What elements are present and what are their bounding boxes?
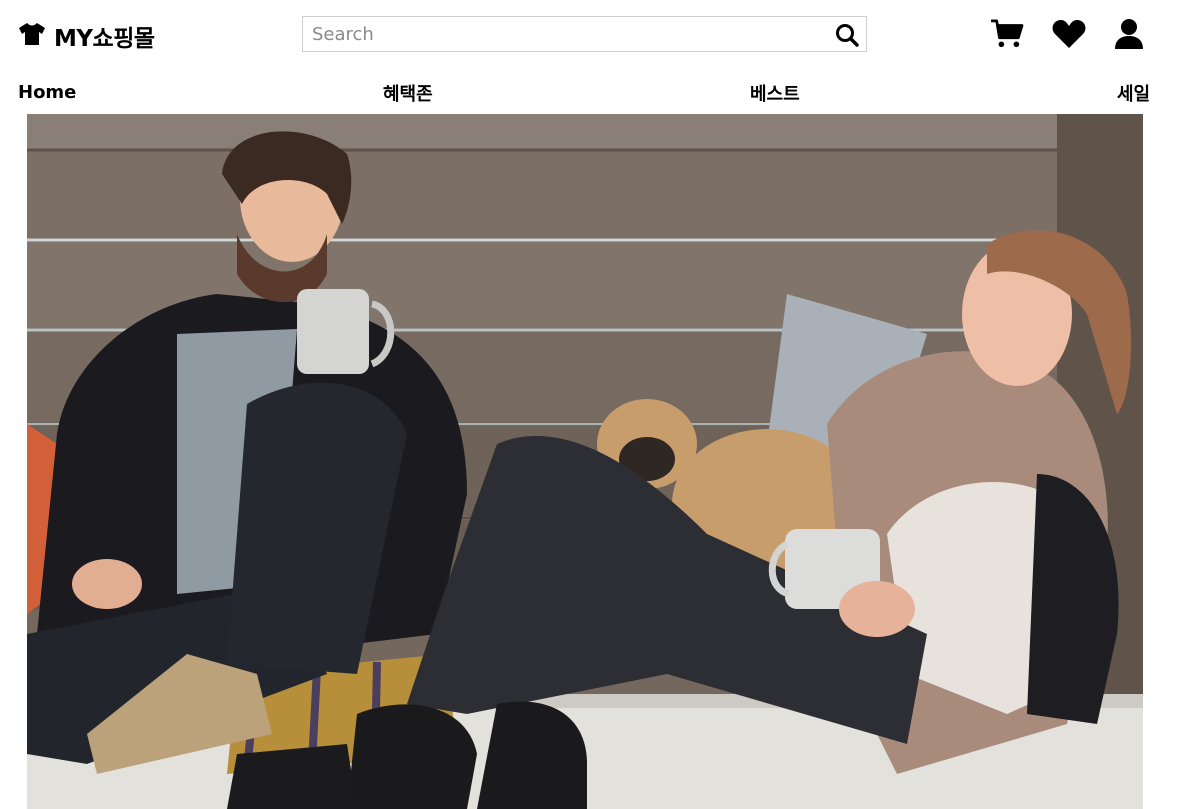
nav-item-sale[interactable]: 세일 (1117, 80, 1150, 106)
user-icon[interactable] (1110, 16, 1148, 52)
search-input[interactable] (303, 17, 823, 51)
site-header: MY쇼핑몰 (0, 0, 1184, 74)
hero-image (27, 114, 1143, 809)
hero-banner[interactable]: › (27, 114, 1143, 809)
brand-name: MY쇼핑몰 (54, 26, 155, 52)
nav-item-home[interactable]: Home (18, 82, 76, 103)
main-nav: Home 혜택존 베스트 세일 (0, 76, 1184, 110)
nav-item-benefits[interactable]: 혜택존 (383, 80, 433, 106)
search-icon[interactable] (834, 22, 860, 48)
tshirt-icon (18, 20, 46, 52)
cart-icon[interactable] (988, 16, 1026, 52)
search-box (302, 16, 867, 52)
heart-icon[interactable] (1050, 16, 1088, 52)
brand-logo[interactable]: MY쇼핑몰 (18, 18, 155, 54)
nav-item-best[interactable]: 베스트 (750, 80, 800, 106)
